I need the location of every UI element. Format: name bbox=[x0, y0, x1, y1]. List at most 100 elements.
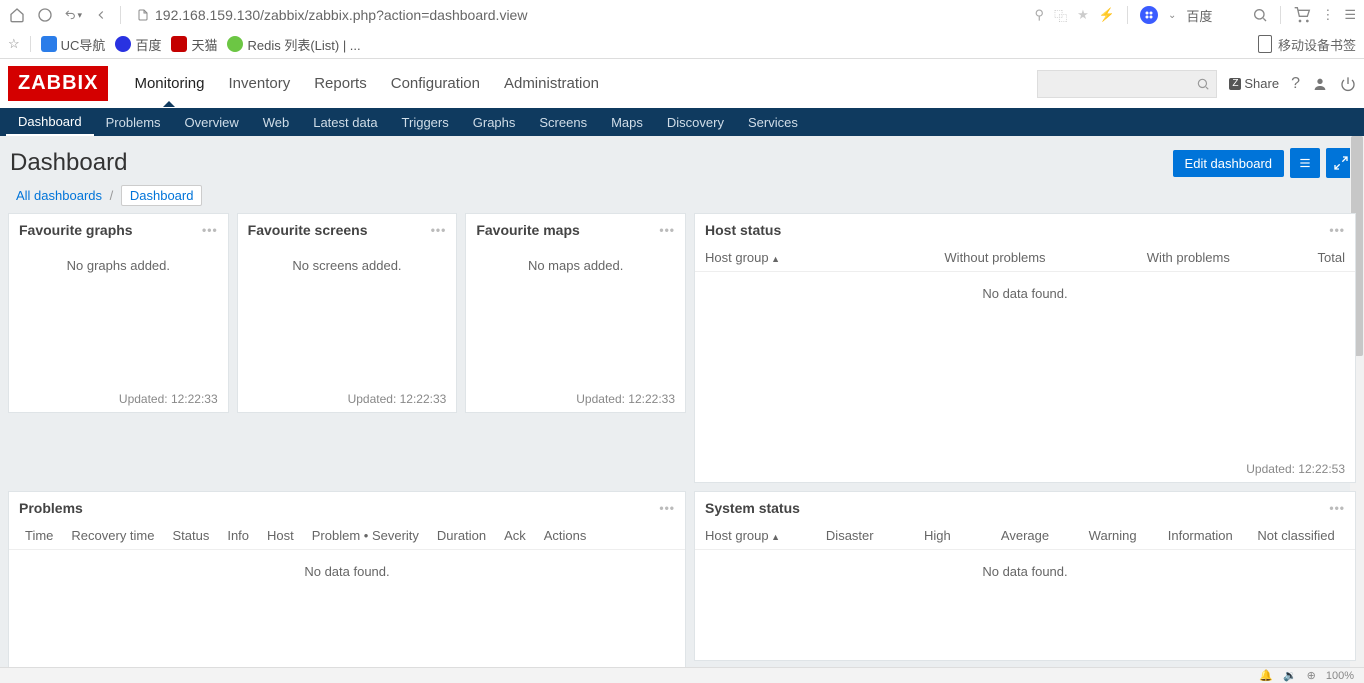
col-average[interactable]: Average bbox=[984, 528, 1066, 543]
widget-menu-icon[interactable]: ••• bbox=[1329, 501, 1345, 515]
widget-nodata: No data found. bbox=[17, 554, 677, 589]
baidu-icon[interactable] bbox=[1140, 6, 1158, 24]
bookmark-star-icon[interactable]: ☆ bbox=[8, 36, 20, 52]
col-warning[interactable]: Warning bbox=[1072, 528, 1154, 543]
subnav-maps[interactable]: Maps bbox=[599, 108, 655, 136]
zabbix-logo[interactable]: ZABBIX bbox=[8, 66, 108, 101]
widget-updated: Updated: 12:22:53 bbox=[695, 458, 1355, 482]
nav-administration[interactable]: Administration bbox=[492, 61, 611, 106]
subnav-dashboard[interactable]: Dashboard bbox=[6, 108, 94, 136]
widget-fav-maps: Favourite maps••• No maps added. Updated… bbox=[465, 213, 686, 413]
star-icon[interactable]: ★ bbox=[1077, 7, 1089, 23]
subnav-graphs[interactable]: Graphs bbox=[461, 108, 528, 136]
bookmark-baidu[interactable]: 百度 bbox=[115, 35, 161, 54]
bookmark-redis[interactable]: Redis 列表(List) | ... bbox=[227, 35, 360, 54]
bookmark-uc-label: UC导航 bbox=[61, 35, 106, 54]
bolt-icon[interactable]: ⚡ bbox=[1099, 7, 1115, 23]
col-actions[interactable]: Actions bbox=[544, 528, 587, 543]
search-icon[interactable] bbox=[1252, 7, 1268, 23]
hamburger-icon[interactable]: ☰ bbox=[1344, 7, 1356, 23]
nav-configuration[interactable]: Configuration bbox=[379, 61, 492, 106]
share-button[interactable]: ZShare bbox=[1229, 76, 1279, 91]
widget-message: No graphs added. bbox=[17, 248, 220, 283]
col-high[interactable]: High bbox=[897, 528, 979, 543]
widget-menu-icon[interactable]: ••• bbox=[202, 223, 218, 237]
breadcrumb-current[interactable]: Dashboard bbox=[121, 185, 203, 206]
help-icon[interactable]: ? bbox=[1291, 75, 1300, 93]
url-bar[interactable]: 192.168.159.130/zabbix/zabbix.php?action… bbox=[131, 7, 1025, 23]
subnav-web[interactable]: Web bbox=[251, 108, 302, 136]
breadcrumb-all[interactable]: All dashboards bbox=[16, 188, 102, 203]
col-ack[interactable]: Ack bbox=[504, 528, 526, 543]
mobile-icon[interactable] bbox=[1258, 35, 1272, 53]
page-title-actions: Edit dashboard bbox=[1173, 148, 1356, 178]
subnav-triggers[interactable]: Triggers bbox=[390, 108, 461, 136]
translate-icon[interactable]: ⿻ bbox=[1054, 6, 1067, 25]
reload-icon[interactable] bbox=[36, 6, 54, 24]
col-notclassified[interactable]: Not classified bbox=[1247, 528, 1345, 543]
col-status[interactable]: Status bbox=[172, 528, 209, 543]
zabbix-header: ZABBIX Monitoring Inventory Reports Conf… bbox=[0, 59, 1364, 108]
col-time[interactable]: Time bbox=[25, 528, 53, 543]
user-icon[interactable] bbox=[1312, 76, 1328, 92]
volume-icon[interactable]: 🔉 bbox=[1283, 669, 1297, 682]
header-right: ZShare ? bbox=[1037, 70, 1356, 98]
bookmark-tmall[interactable]: 天猫 bbox=[171, 35, 217, 54]
edit-dashboard-button[interactable]: Edit dashboard bbox=[1173, 150, 1284, 177]
problems-columns: Time Recovery time Status Info Host Prob… bbox=[9, 522, 685, 550]
bookmark-uc[interactable]: UC导航 bbox=[41, 35, 106, 54]
col-problem[interactable]: Problem • Severity bbox=[312, 528, 419, 543]
page-title-row: Dashboard Edit dashboard bbox=[10, 148, 1356, 178]
back-icon[interactable] bbox=[92, 6, 110, 24]
browser-statusbar: 🔔 🔉 ⊕ 100% bbox=[0, 667, 1364, 683]
subnav-problems[interactable]: Problems bbox=[94, 108, 173, 136]
col-host[interactable]: Host bbox=[267, 528, 294, 543]
col-total[interactable]: Total bbox=[1285, 250, 1345, 265]
subnav-discovery[interactable]: Discovery bbox=[655, 108, 736, 136]
cart-icon[interactable] bbox=[1293, 7, 1311, 23]
subnav-latestdata[interactable]: Latest data bbox=[301, 108, 389, 136]
power-icon[interactable] bbox=[1340, 76, 1356, 92]
col-information[interactable]: Information bbox=[1159, 528, 1241, 543]
bookmark-redis-label: Redis 列表(List) | ... bbox=[247, 35, 360, 54]
mobile-bookmarks-label[interactable]: 移动设备书签 bbox=[1278, 35, 1356, 54]
widget-title: Problems bbox=[19, 500, 83, 516]
widget-menu-icon[interactable]: ••• bbox=[659, 501, 675, 515]
col-with[interactable]: With problems bbox=[1092, 250, 1285, 265]
col-hostgroup[interactable]: Host group bbox=[705, 528, 803, 543]
widget-problems: Problems ••• Time Recovery time Status In… bbox=[8, 491, 686, 667]
nav-reports[interactable]: Reports bbox=[302, 61, 379, 106]
zoom-in-icon[interactable]: ⊕ bbox=[1307, 669, 1316, 682]
subnav-screens[interactable]: Screens bbox=[527, 108, 599, 136]
col-disaster[interactable]: Disaster bbox=[809, 528, 891, 543]
widget-title: Favourite screens bbox=[248, 222, 368, 238]
global-search[interactable] bbox=[1037, 70, 1217, 98]
col-info[interactable]: Info bbox=[227, 528, 249, 543]
system-status-columns: Host group Disaster High Average Warning… bbox=[695, 522, 1355, 550]
kebab-icon[interactable]: ⋮ bbox=[1321, 7, 1334, 23]
widget-menu-icon[interactable]: ••• bbox=[1329, 223, 1345, 237]
page-body: Dashboard Edit dashboard All dashboards … bbox=[0, 136, 1364, 667]
page-icon bbox=[137, 8, 149, 22]
nav-inventory[interactable]: Inventory bbox=[217, 61, 303, 106]
widget-message: No maps added. bbox=[474, 248, 677, 283]
col-recovery[interactable]: Recovery time bbox=[71, 528, 154, 543]
list-button[interactable] bbox=[1290, 148, 1320, 178]
browser-right-icons: ⚲ ⿻ ★ ⚡ ⌄ 百度 ⋮ ☰ bbox=[1035, 6, 1356, 25]
subnav-overview[interactable]: Overview bbox=[173, 108, 251, 136]
home-icon[interactable] bbox=[8, 6, 26, 24]
main-nav: Monitoring Inventory Reports Configurati… bbox=[122, 61, 611, 106]
widget-title: System status bbox=[705, 500, 800, 516]
undo-icon[interactable]: ▾ bbox=[64, 6, 82, 24]
widget-menu-icon[interactable]: ••• bbox=[659, 223, 675, 237]
col-hostgroup[interactable]: Host group bbox=[705, 250, 898, 265]
dropdown-icon[interactable]: ⌄ bbox=[1168, 10, 1176, 21]
widget-updated: Updated: 12:22:33 bbox=[9, 388, 228, 412]
col-duration[interactable]: Duration bbox=[437, 528, 486, 543]
widget-menu-icon[interactable]: ••• bbox=[431, 223, 447, 237]
pin-icon[interactable]: ⚲ bbox=[1035, 7, 1045, 23]
subnav-services[interactable]: Services bbox=[736, 108, 810, 136]
nav-monitoring[interactable]: Monitoring bbox=[122, 61, 216, 106]
col-without[interactable]: Without problems bbox=[898, 250, 1091, 265]
notification-icon[interactable]: 🔔 bbox=[1259, 669, 1273, 682]
